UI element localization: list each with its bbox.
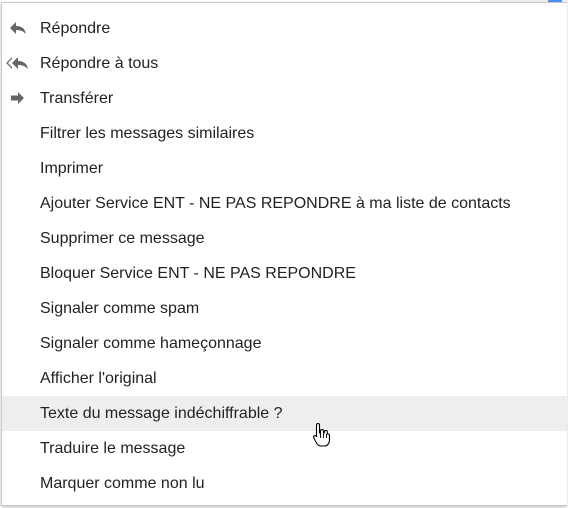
menu-item-label: Filtrer les messages similaires [40, 125, 255, 142]
menu-item-label: Répondre à tous [40, 55, 159, 72]
menu-item-label: Signaler comme hameçonnage [40, 335, 262, 352]
menu-item-forward[interactable]: Transférer [2, 81, 567, 116]
reply-icon [10, 22, 26, 34]
menu-item-label: Texte du message indéchiffrable ? [40, 405, 283, 422]
menu-item-label: Marquer comme non lu [40, 475, 205, 492]
menu-item-reply[interactable]: Répondre [2, 11, 567, 46]
forward-icon [11, 92, 24, 104]
menu-item-report-phishing[interactable]: Signaler comme hameçonnage [2, 326, 567, 361]
menu-item-add-contact[interactable]: Ajouter Service ENT - NE PAS REPONDRE à … [2, 186, 567, 221]
menu-item-label: Imprimer [40, 160, 104, 177]
reply-all-icon [6, 57, 28, 69]
menu-item-label: Transférer [40, 90, 114, 107]
menu-item-message-unreadable[interactable]: Texte du message indéchiffrable ? [2, 396, 567, 431]
menu-item-reply-all[interactable]: Répondre à tous [2, 46, 567, 81]
menu-item-delete[interactable]: Supprimer ce message [2, 221, 567, 256]
menu-item-translate[interactable]: Traduire le message [2, 431, 567, 466]
menu-item-block-sender[interactable]: Bloquer Service ENT - NE PAS REPONDRE [2, 256, 567, 291]
menu-item-filter-similar[interactable]: Filtrer les messages similaires [2, 116, 567, 151]
menu-item-label: Afficher l'original [40, 370, 157, 387]
menu-item-label: Répondre [40, 20, 111, 37]
menu-item-print[interactable]: Imprimer [2, 151, 567, 186]
menu-item-report-spam[interactable]: Signaler comme spam [2, 291, 567, 326]
menu-item-label: Ajouter Service ENT - NE PAS REPONDRE à … [40, 195, 511, 212]
menu-item-mark-unread[interactable]: Marquer comme non lu [2, 466, 567, 501]
menu-item-label: Supprimer ce message [40, 230, 205, 247]
menu-item-label: Bloquer Service ENT - NE PAS REPONDRE [40, 265, 356, 282]
menu-item-label: Traduire le message [40, 440, 186, 457]
menu-item-label: Signaler comme spam [40, 300, 200, 317]
message-actions-menu: Répondre Répondre à tous Transférer Filt… [1, 2, 567, 506]
menu-item-show-original[interactable]: Afficher l'original [2, 361, 567, 396]
